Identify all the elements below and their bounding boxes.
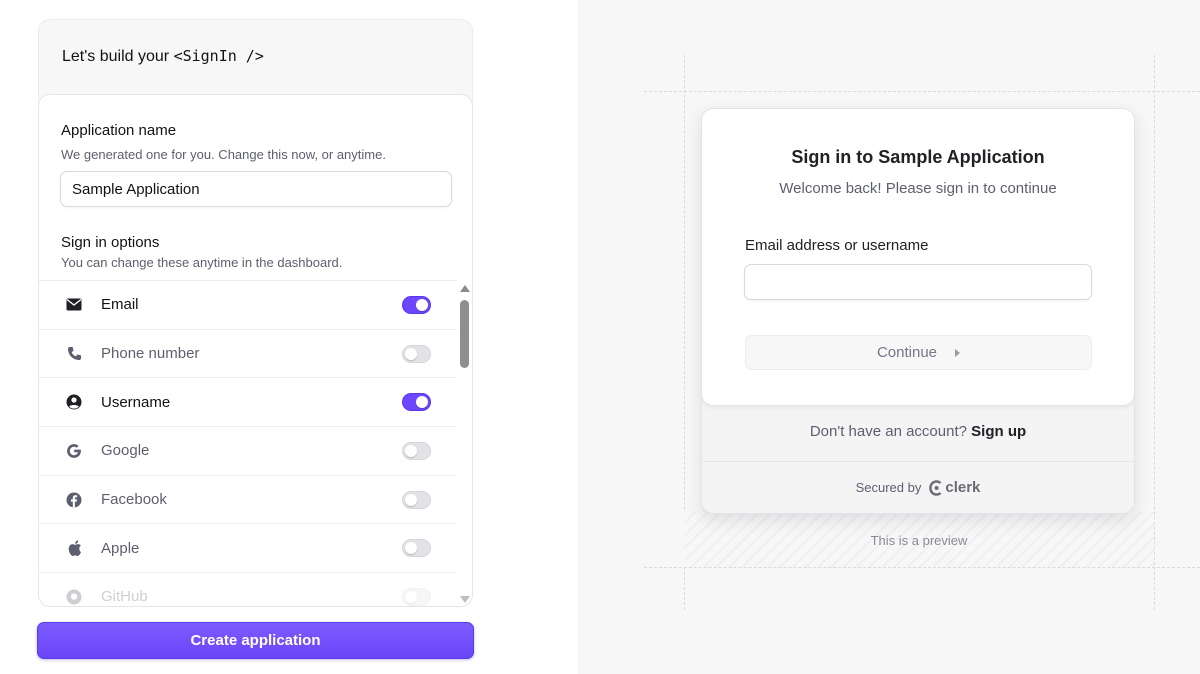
application-name-input[interactable] (60, 171, 452, 207)
clerk-logo[interactable]: clerk (929, 479, 980, 496)
email-field[interactable] (744, 264, 1092, 300)
scrollbar-thumb[interactable] (460, 300, 469, 368)
phone-icon (65, 345, 83, 363)
sign-in-options-list: Email Phone number Username Google Faceb… (39, 280, 457, 606)
scroll-up-arrow-icon[interactable] (460, 285, 470, 292)
sign-up-link[interactable]: Sign up (971, 423, 1026, 440)
toggle-knob (416, 298, 428, 311)
signin-component-preview: Sign in to Sample Application Welcome ba… (701, 108, 1135, 514)
apple-icon (65, 539, 83, 557)
option-google[interactable]: Google (39, 427, 457, 476)
config-title: Let's build your <SignIn /> (62, 47, 264, 65)
github-toggle[interactable] (402, 587, 431, 606)
preview-panel: Sign in to Sample Application Welcome ba… (578, 0, 1200, 674)
envelope-icon (65, 296, 83, 314)
signin-component-code: <SignIn /> (173, 47, 264, 65)
sign-in-options-help: You can change these anytime in the dash… (61, 255, 343, 270)
user-circle-icon (65, 393, 83, 411)
guide-line (644, 567, 1200, 568)
google-icon (65, 442, 83, 460)
footer-divider (702, 461, 1134, 462)
application-name-label: Application name (61, 122, 177, 139)
application-name-help: We generated one for you. Change this no… (61, 147, 386, 162)
option-label: Username (101, 393, 171, 411)
signin-subtitle: Welcome back! Please sign in to continue (779, 180, 1057, 197)
guide-line (644, 91, 1200, 92)
email-toggle[interactable] (402, 295, 431, 314)
option-label: Google (101, 442, 150, 460)
google-toggle[interactable] (402, 441, 431, 460)
toggle-knob (405, 444, 417, 457)
secured-by-badge: Secured by clerk (702, 479, 1134, 496)
config-card: Let's build your <SignIn /> Application … (38, 19, 473, 607)
secured-by-text: Secured by (855, 480, 922, 495)
option-apple[interactable]: Apple (39, 524, 457, 574)
option-label: Facebook (101, 491, 167, 509)
signin-card: Sign in to Sample Application Welcome ba… (702, 109, 1134, 406)
create-application-button[interactable]: Create application (37, 622, 474, 659)
scroll-down-arrow-icon[interactable] (460, 596, 470, 603)
clerk-logo-icon (929, 479, 942, 496)
phone-number-toggle[interactable] (402, 344, 431, 363)
option-label: Phone number (101, 345, 200, 363)
username-toggle[interactable] (402, 393, 431, 412)
options-scrollbar[interactable] (458, 280, 472, 606)
option-label: Email (101, 296, 139, 314)
sign-in-options-label: Sign in options (61, 234, 160, 251)
facebook-icon (65, 491, 83, 509)
email-field-label: Email address or username (745, 237, 929, 254)
toggle-knob (405, 542, 417, 555)
signin-title: Sign in to Sample Application (791, 147, 1045, 167)
option-username[interactable]: Username (39, 378, 457, 428)
toggle-knob (416, 396, 428, 409)
option-email[interactable]: Email (39, 281, 457, 330)
continue-label: Continue (876, 344, 938, 361)
config-form: Application name We generated one for yo… (38, 94, 473, 607)
option-github[interactable]: GitHub (39, 573, 457, 606)
option-label: Apple (101, 539, 140, 557)
github-icon (65, 588, 83, 606)
preview-note: This is a preview (870, 533, 968, 548)
signup-prompt: Don't have an account? Sign up (809, 423, 1027, 440)
toggle-knob (405, 493, 417, 506)
option-phone-number[interactable]: Phone number (39, 330, 457, 379)
continue-button[interactable]: Continue (745, 335, 1092, 370)
apple-toggle[interactable] (402, 539, 431, 558)
guide-line (1154, 55, 1155, 610)
toggle-knob (405, 590, 417, 603)
option-facebook[interactable]: Facebook (39, 476, 457, 525)
option-label: GitHub (101, 588, 148, 606)
facebook-toggle[interactable] (402, 490, 431, 509)
toggle-knob (405, 347, 417, 360)
configuration-panel: Let's build your <SignIn /> Application … (0, 0, 578, 674)
triangle-right-icon (955, 348, 961, 357)
